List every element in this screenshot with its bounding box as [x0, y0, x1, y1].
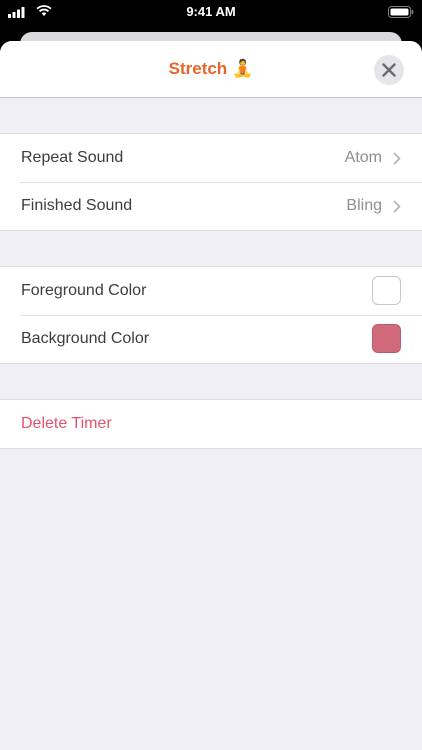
finished-sound-label: Finished Sound [21, 197, 133, 214]
meditation-emoji-icon: 🧘 [232, 59, 254, 78]
background-color-row[interactable]: Background Color [0, 315, 422, 363]
sheet-title: Stretch 🧘 [0, 59, 422, 79]
repeat-sound-label: Repeat Sound [21, 149, 124, 166]
foreground-color-label: Foreground Color [21, 282, 147, 299]
delete-timer-button[interactable]: Delete Timer [21, 415, 112, 433]
nav-bar: Stretch 🧘 [0, 41, 422, 98]
close-button[interactable] [374, 55, 404, 85]
actions-section: Delete Timer [0, 399, 422, 449]
chevron-right-icon [393, 152, 401, 165]
chevron-right-icon [393, 200, 401, 213]
foreground-color-swatch[interactable] [372, 276, 401, 305]
background-color-label: Background Color [21, 330, 150, 347]
status-bar: 9:41 AM [0, 0, 422, 24]
battery-icon [388, 6, 414, 21]
repeat-sound-value: Atom [344, 149, 382, 166]
timer-settings-sheet: Stretch 🧘 Repeat Sound Atom Finished Soun… [0, 41, 422, 750]
background-color-swatch[interactable] [372, 324, 401, 353]
sounds-section: Repeat Sound Atom Finished Sound Bling [0, 133, 422, 231]
delete-timer-row[interactable]: Delete Timer [0, 400, 422, 448]
finished-sound-value: Bling [346, 197, 382, 214]
repeat-sound-row[interactable]: Repeat Sound Atom [0, 134, 422, 182]
status-time: 9:41 AM [186, 4, 236, 19]
colors-section: Foreground Color Background Color [0, 266, 422, 364]
foreground-color-row[interactable]: Foreground Color [0, 267, 422, 315]
close-icon [382, 63, 396, 77]
finished-sound-row[interactable]: Finished Sound Bling [0, 182, 422, 230]
sheet-title-text: Stretch [168, 59, 228, 78]
